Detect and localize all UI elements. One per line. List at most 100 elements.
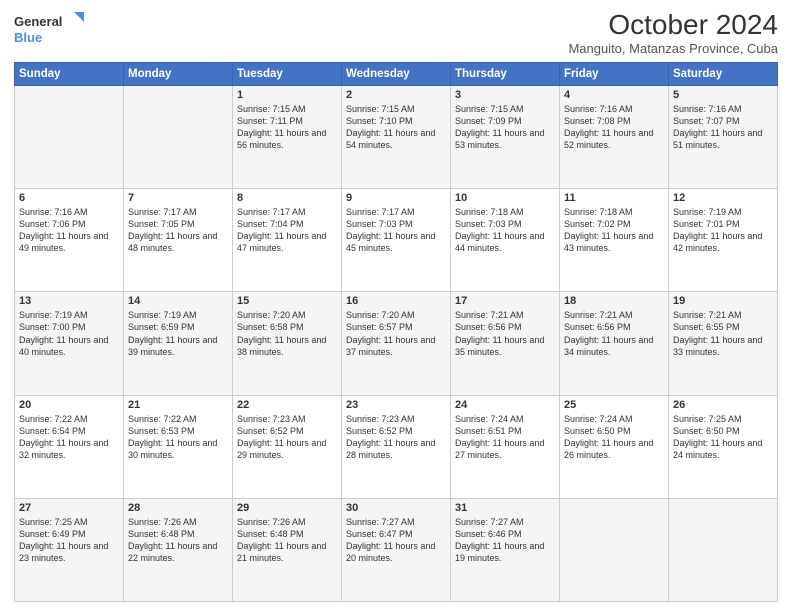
day-detail: Sunrise: 7:21 AMSunset: 6:56 PMDaylight:… [455, 309, 555, 358]
sunset-text: Sunset: 6:52 PM [346, 426, 413, 436]
sunset-text: Sunset: 7:03 PM [346, 219, 413, 229]
sunset-text: Sunset: 7:08 PM [564, 116, 631, 126]
daylight-text: Daylight: 11 hours and 47 minutes. [237, 231, 326, 253]
header-friday: Friday [560, 62, 669, 85]
calendar-day-cell: 5Sunrise: 7:16 AMSunset: 7:07 PMDaylight… [669, 85, 778, 188]
calendar-day-cell: 20Sunrise: 7:22 AMSunset: 6:54 PMDayligh… [15, 395, 124, 498]
sunrise-text: Sunrise: 7:19 AM [128, 310, 197, 320]
sunrise-text: Sunrise: 7:27 AM [346, 517, 415, 527]
sunset-text: Sunset: 6:52 PM [237, 426, 304, 436]
day-number: 14 [128, 295, 228, 307]
page: General Blue October 2024 Manguito, Mata… [0, 0, 792, 612]
day-number: 13 [19, 295, 119, 307]
day-number: 21 [128, 399, 228, 411]
day-number: 1 [237, 89, 337, 101]
header-tuesday: Tuesday [233, 62, 342, 85]
day-detail: Sunrise: 7:19 AMSunset: 7:00 PMDaylight:… [19, 309, 119, 358]
day-detail: Sunrise: 7:15 AMSunset: 7:10 PMDaylight:… [346, 103, 446, 152]
sunset-text: Sunset: 6:46 PM [455, 529, 522, 539]
day-number: 27 [19, 502, 119, 514]
day-number: 4 [564, 89, 664, 101]
header-wednesday: Wednesday [342, 62, 451, 85]
daylight-text: Daylight: 11 hours and 24 minutes. [673, 438, 762, 460]
calendar-day-cell: 2Sunrise: 7:15 AMSunset: 7:10 PMDaylight… [342, 85, 451, 188]
calendar-day-cell [124, 85, 233, 188]
sunset-text: Sunset: 7:11 PM [237, 116, 303, 126]
calendar-day-cell: 28Sunrise: 7:26 AMSunset: 6:48 PMDayligh… [124, 498, 233, 601]
day-detail: Sunrise: 7:16 AMSunset: 7:06 PMDaylight:… [19, 206, 119, 255]
day-detail: Sunrise: 7:17 AMSunset: 7:03 PMDaylight:… [346, 206, 446, 255]
daylight-text: Daylight: 11 hours and 48 minutes. [128, 231, 217, 253]
day-detail: Sunrise: 7:21 AMSunset: 6:56 PMDaylight:… [564, 309, 664, 358]
daylight-text: Daylight: 11 hours and 22 minutes. [128, 541, 217, 563]
sunrise-text: Sunrise: 7:16 AM [564, 104, 633, 114]
daylight-text: Daylight: 11 hours and 34 minutes. [564, 335, 653, 357]
daylight-text: Daylight: 11 hours and 28 minutes. [346, 438, 435, 460]
daylight-text: Daylight: 11 hours and 42 minutes. [673, 231, 762, 253]
daylight-text: Daylight: 11 hours and 20 minutes. [346, 541, 435, 563]
header-thursday: Thursday [451, 62, 560, 85]
calendar-day-cell: 16Sunrise: 7:20 AMSunset: 6:57 PMDayligh… [342, 292, 451, 395]
day-detail: Sunrise: 7:20 AMSunset: 6:58 PMDaylight:… [237, 309, 337, 358]
calendar-day-cell: 1Sunrise: 7:15 AMSunset: 7:11 PMDaylight… [233, 85, 342, 188]
day-number: 25 [564, 399, 664, 411]
day-number: 28 [128, 502, 228, 514]
sunset-text: Sunset: 6:59 PM [128, 322, 195, 332]
daylight-text: Daylight: 11 hours and 32 minutes. [19, 438, 108, 460]
sunrise-text: Sunrise: 7:17 AM [346, 207, 415, 217]
daylight-text: Daylight: 11 hours and 43 minutes. [564, 231, 653, 253]
day-detail: Sunrise: 7:17 AM Sunset: 7:04 PM Daylight:… [237, 206, 337, 255]
sunrise-text: Sunrise: 7:24 AM [564, 414, 633, 424]
sunset-text: Sunset: 7:04 PM [237, 219, 304, 229]
sunset-text: Sunset: 7:05 PM [128, 219, 195, 229]
daylight-text: Daylight: 11 hours and 26 minutes. [564, 438, 653, 460]
sunrise-text: Sunrise: 7:15 AM [346, 104, 415, 114]
sunset-text: Sunset: 7:01 PM [673, 219, 740, 229]
sunset-text: Sunset: 7:06 PM [19, 219, 86, 229]
calendar-day-cell: 22Sunrise: 7:23 AMSunset: 6:52 PMDayligh… [233, 395, 342, 498]
sunrise-text: Sunrise: 7:21 AM [673, 310, 742, 320]
sunrise-text: Sunrise: 7:17 AM [237, 207, 306, 217]
calendar-day-cell: 18Sunrise: 7:21 AMSunset: 6:56 PMDayligh… [560, 292, 669, 395]
calendar-week-row: 13 Sunrise: 7:19 AMSunset: 7:00 PMDayligh… [15, 292, 778, 395]
calendar-body: 1 Sunrise: 7:15 AM Sunset: 7:11 PM Daylight… [15, 85, 778, 601]
sunset-text: Sunset: 6:56 PM [455, 322, 522, 332]
calendar-day-cell [669, 498, 778, 601]
day-number: 6 [19, 192, 119, 204]
calendar-day-cell: 30Sunrise: 7:27 AMSunset: 6:47 PMDayligh… [342, 498, 451, 601]
day-detail: Sunrise: 7:26 AMSunset: 6:48 PMDaylight:… [237, 516, 337, 565]
day-detail: Sunrise: 7:18 AMSunset: 7:03 PMDaylight:… [455, 206, 555, 255]
day-detail: Sunrise: 7:22 AMSunset: 6:53 PMDaylight:… [128, 413, 228, 462]
sunset-text: Sunset: 7:07 PM [673, 116, 740, 126]
day-detail: Sunrise: 7:17 AMSunset: 7:05 PMDaylight:… [128, 206, 228, 255]
daylight-text: Daylight: 11 hours and 21 minutes. [237, 541, 326, 563]
daylight-text: Daylight: 11 hours and 29 minutes. [237, 438, 326, 460]
day-detail: Sunrise: 7:23 AMSunset: 6:52 PMDaylight:… [346, 413, 446, 462]
daylight-text: Daylight: 11 hours and 53 minutes. [455, 128, 544, 150]
sunset-text: Sunset: 6:51 PM [455, 426, 522, 436]
day-detail: Sunrise: 7:27 AMSunset: 6:47 PMDaylight:… [346, 516, 446, 565]
day-detail: Sunrise: 7:25 AMSunset: 6:50 PMDaylight:… [673, 413, 773, 462]
daylight-text: Daylight: 11 hours and 49 minutes. [19, 231, 108, 253]
day-number: 17 [455, 295, 555, 307]
sunrise-text: Sunrise: 7:26 AM [128, 517, 197, 527]
calendar-day-cell: 24Sunrise: 7:24 AMSunset: 6:51 PMDayligh… [451, 395, 560, 498]
day-number: 31 [455, 502, 555, 514]
calendar-day-cell: 29Sunrise: 7:26 AMSunset: 6:48 PMDayligh… [233, 498, 342, 601]
sunrise-text: Sunrise: 7:23 AM [237, 414, 306, 424]
day-number: 24 [455, 399, 555, 411]
calendar-day-cell: 23Sunrise: 7:23 AMSunset: 6:52 PMDayligh… [342, 395, 451, 498]
header-sunday: Sunday [15, 62, 124, 85]
sunrise-text: Sunrise: 7:19 AM [19, 310, 88, 320]
daylight-text: Daylight: 11 hours and 54 minutes. [346, 128, 435, 150]
calendar-day-cell: 27Sunrise: 7:25 AMSunset: 6:49 PMDayligh… [15, 498, 124, 601]
daylight-text: Daylight: 11 hours and 23 minutes. [19, 541, 108, 563]
logo: General Blue [14, 10, 84, 48]
sunset-text: Sunset: 6:50 PM [673, 426, 740, 436]
day-number: 9 [346, 192, 446, 204]
daylight-text: Daylight: 11 hours and 52 minutes. [564, 128, 653, 150]
day-number: 26 [673, 399, 773, 411]
daylight-text: Daylight: 11 hours and 37 minutes. [346, 335, 435, 357]
calendar-week-row: 1 Sunrise: 7:15 AM Sunset: 7:11 PM Daylight… [15, 85, 778, 188]
calendar-day-cell: 19Sunrise: 7:21 AMSunset: 6:55 PMDayligh… [669, 292, 778, 395]
